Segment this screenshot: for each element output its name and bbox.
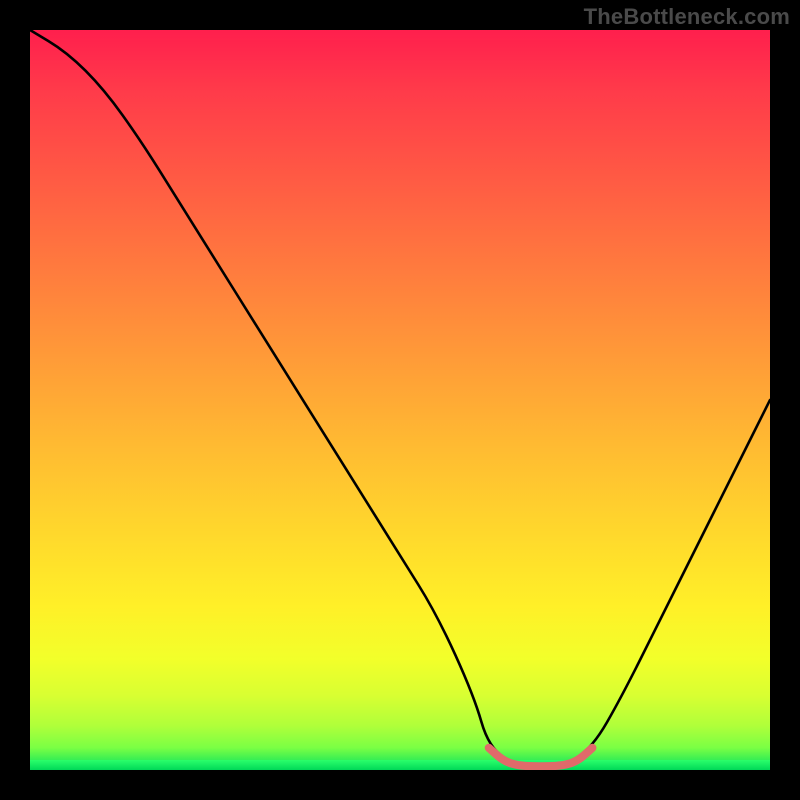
- plot-area: [30, 30, 770, 770]
- bottom-green-band: [30, 760, 770, 770]
- watermark-text: TheBottleneck.com: [584, 4, 790, 30]
- background-gradient: [30, 30, 770, 770]
- chart-frame: TheBottleneck.com: [0, 0, 800, 800]
